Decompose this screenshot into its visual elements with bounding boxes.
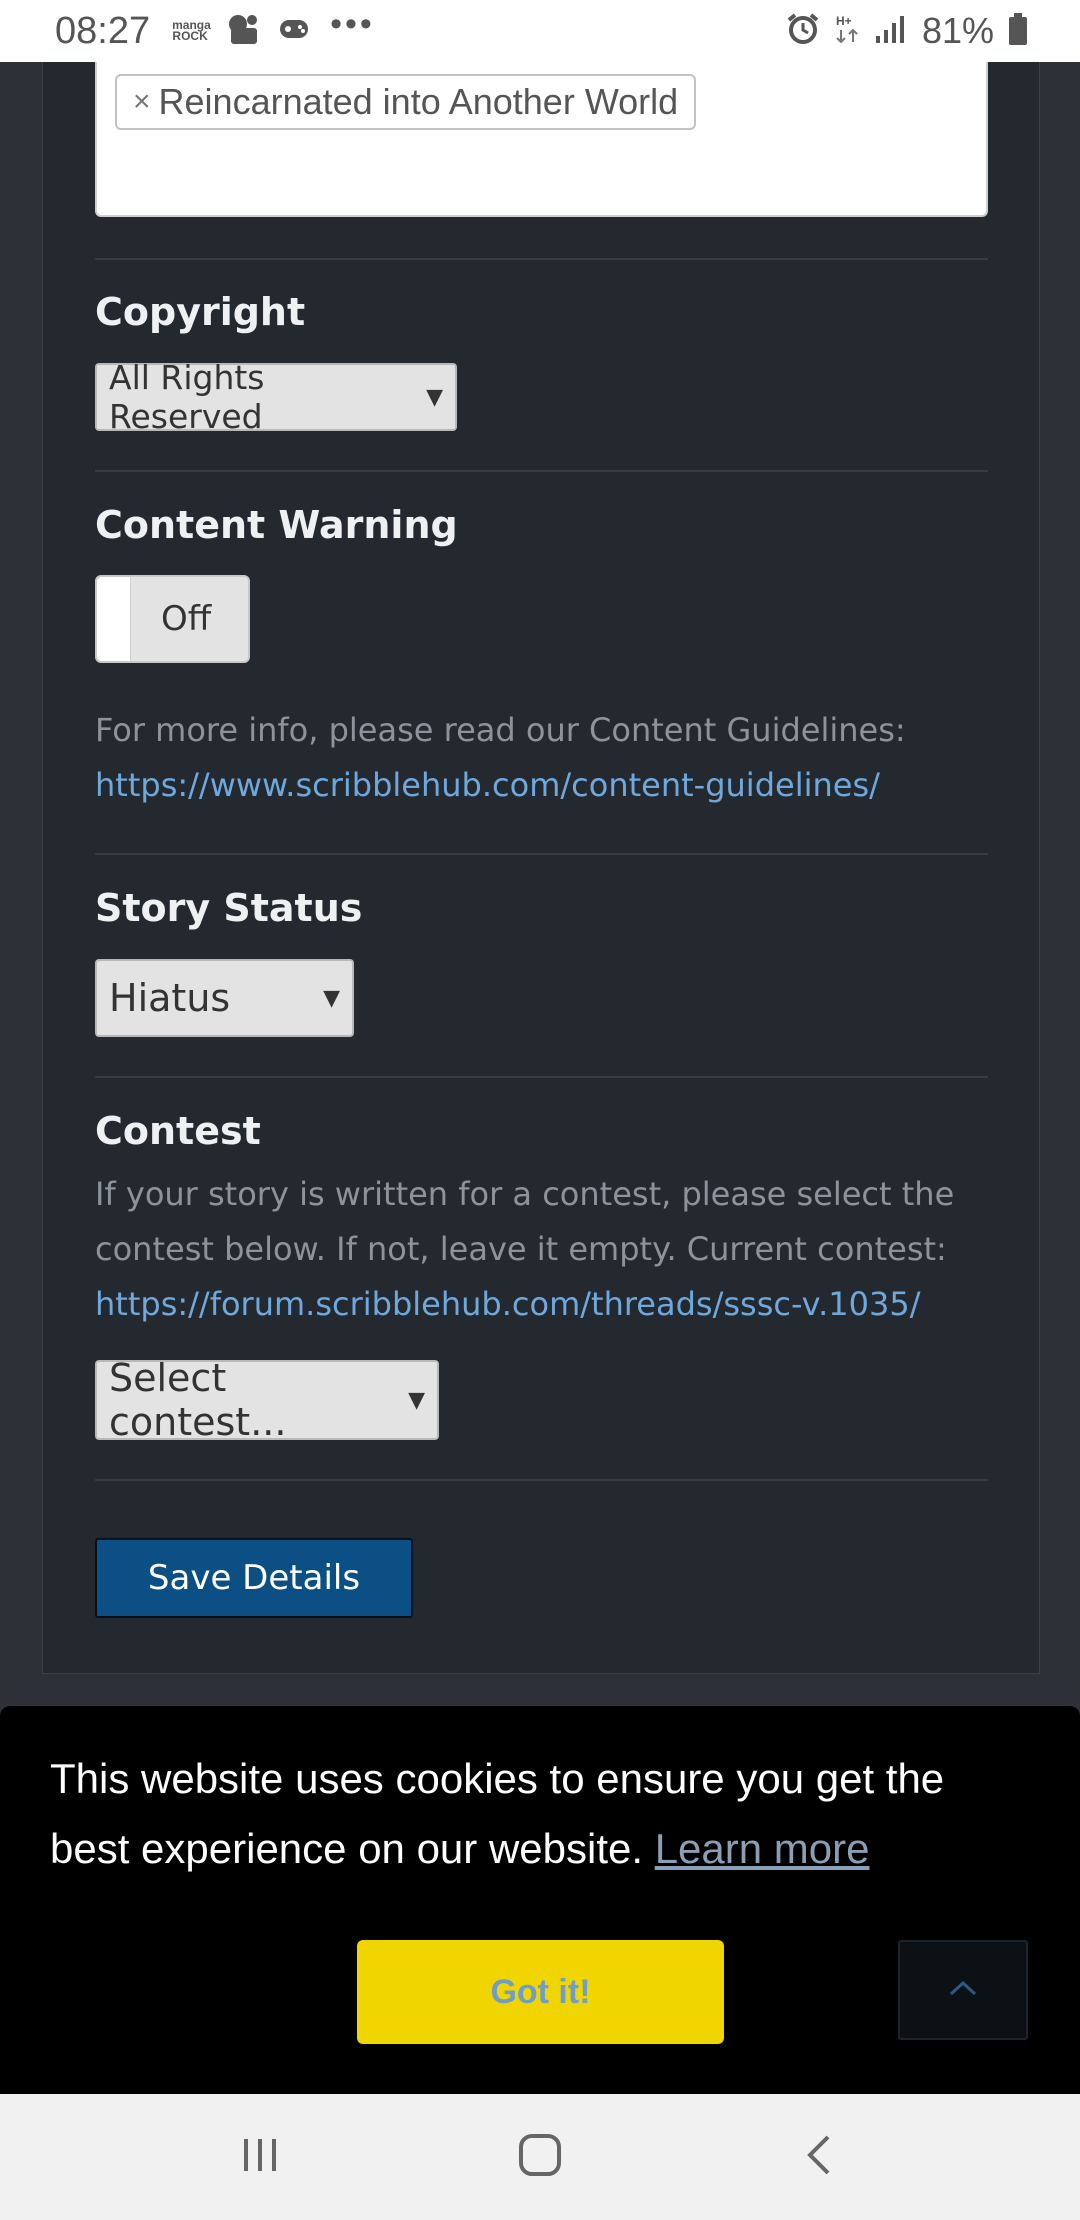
svg-text:H+: H+	[836, 14, 852, 28]
data-hplus-icon: H+	[834, 12, 860, 51]
clock: 08:27	[55, 9, 151, 52]
divider	[95, 258, 988, 260]
signal-icon	[874, 14, 908, 49]
home-icon	[516, 2131, 564, 2183]
contest-link[interactable]: https://forum.scribblehub.com/threads/ss…	[95, 1277, 995, 1332]
story-status-selected-value: Hiatus	[109, 976, 231, 1020]
cookie-banner: This website uses cookies to ensure you …	[0, 1706, 1080, 2094]
contest-label: Contest	[95, 1109, 261, 1153]
dropdown-arrow-icon: ▼	[408, 1387, 425, 1413]
back-icon	[798, 2131, 842, 2183]
copyright-label: Copyright	[95, 290, 306, 334]
contest-description-line2: contest below. If not, leave it empty. C…	[95, 1230, 947, 1268]
scroll-to-top-button[interactable]	[898, 1940, 1028, 2040]
story-status-label: Story Status	[95, 886, 363, 930]
status-bar-right: H+ 81%	[786, 10, 1028, 52]
toggle-state: Off	[161, 599, 212, 639]
status-bar-left: 08:27 manga ROCK •••	[55, 5, 375, 53]
dropdown-arrow-icon: ▼	[426, 384, 443, 410]
divider	[95, 1479, 988, 1481]
story-details-form: × Reincarnated into Another World Copyri…	[42, 62, 1040, 1674]
cookie-accept-button[interactable]: Got it!	[357, 1940, 724, 2044]
alarm-icon	[786, 12, 820, 51]
story-status-select[interactable]: Hiatus ▼	[95, 959, 354, 1037]
battery-icon	[1008, 12, 1028, 51]
content-warning-label: Content Warning	[95, 503, 458, 547]
contest-select[interactable]: Select contest... ▼	[95, 1356, 439, 1444]
system-nav-bar	[0, 2094, 1080, 2220]
cookie-message-line2-wrap: best experience on our website. Learn mo…	[50, 1814, 1010, 1884]
contest-selected-value: Select contest...	[109, 1356, 287, 1444]
contest-description-line1: If your story is written for a contest, …	[95, 1175, 955, 1213]
tag-chip: × Reincarnated into Another World	[115, 74, 697, 130]
cookie-message: This website uses cookies to ensure you …	[50, 1744, 1010, 1884]
status-bar: 08:27 manga ROCK ••• H+ 81%	[0, 0, 1080, 62]
copyright-select[interactable]: All Rights Reserved ▼	[95, 358, 457, 436]
copyright-selected-value: All Rights Reserved	[109, 358, 265, 436]
contest-description: If your story is written for a contest, …	[95, 1167, 995, 1332]
content-warning-toggle[interactable]: Off	[95, 575, 250, 663]
notification-icon	[226, 12, 260, 51]
battery-percent: 81%	[921, 10, 994, 51]
toggle-knob	[97, 577, 131, 661]
more-dots-icon: •••	[330, 4, 375, 43]
cookie-message-line1: This website uses cookies to ensure you …	[50, 1755, 945, 1802]
back-button[interactable]	[775, 2122, 865, 2192]
tag-label: Reincarnated into Another World	[158, 81, 679, 122]
tag-remove-icon[interactable]: ×	[133, 85, 151, 119]
content-guidelines-info: For more info, please read our Content G…	[95, 703, 995, 813]
save-details-button[interactable]: Save Details	[95, 1538, 413, 1618]
content-guidelines-text: For more info, please read our Content G…	[95, 711, 906, 749]
divider	[95, 1076, 988, 1078]
chevron-up-icon	[946, 1977, 980, 2003]
recent-apps-button[interactable]	[215, 2122, 305, 2192]
dropdown-arrow-icon: ▼	[323, 985, 340, 1011]
notification-icons: manga ROCK •••	[172, 5, 375, 51]
manga-rock-icon: manga ROCK	[172, 18, 211, 43]
home-button[interactable]	[495, 2122, 585, 2192]
content-guidelines-link[interactable]: https://www.scribblehub.com/content-guid…	[95, 758, 995, 813]
learn-more-link[interactable]: Learn more	[655, 1825, 870, 1872]
recent-apps-icon	[238, 2133, 282, 2181]
game-controller-icon	[278, 14, 312, 49]
divider	[95, 470, 988, 472]
divider	[95, 853, 988, 855]
genre-tags-input[interactable]: × Reincarnated into Another World	[95, 62, 988, 217]
cookie-message-line2: best experience on our website.	[50, 1825, 644, 1872]
